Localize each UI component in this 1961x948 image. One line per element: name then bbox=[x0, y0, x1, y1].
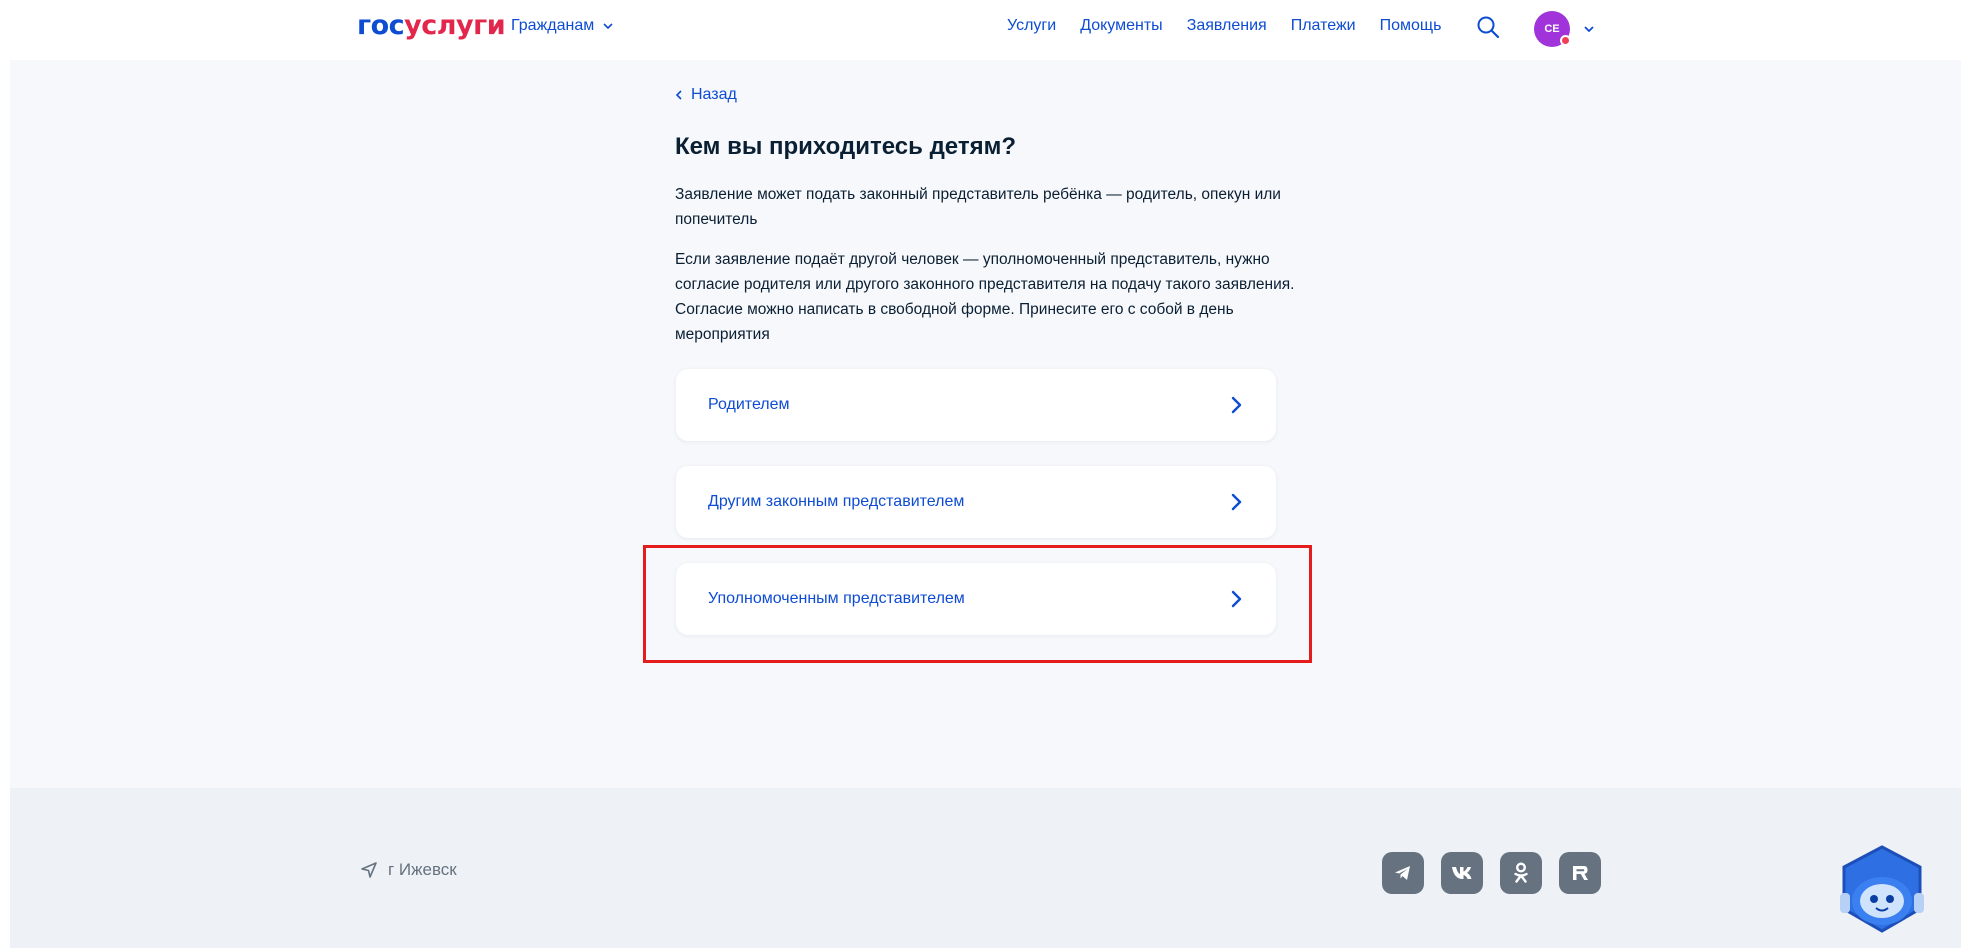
option-label: Другим законным представителем bbox=[708, 493, 965, 510]
main-nav: Услуги Документы Заявления Платежи Помощ… bbox=[1007, 17, 1465, 35]
chevron-down-icon[interactable] bbox=[1582, 22, 1596, 36]
top-header: госуслуги Гражданам Услуги Документы Зая… bbox=[0, 0, 1961, 60]
citizens-menu[interactable]: Гражданам bbox=[511, 17, 614, 35]
search-icon[interactable] bbox=[1476, 15, 1500, 39]
vk-icon[interactable] bbox=[1441, 852, 1483, 894]
nav-applications[interactable]: Заявления bbox=[1187, 17, 1267, 35]
telegram-icon[interactable] bbox=[1382, 852, 1424, 894]
back-label: Назад bbox=[691, 86, 737, 103]
rutube-icon[interactable] bbox=[1559, 852, 1601, 894]
intro-paragraph: Заявление может подать законный представ… bbox=[675, 186, 1281, 228]
citizens-menu-label: Гражданам bbox=[511, 17, 595, 34]
nav-payments[interactable]: Платежи bbox=[1291, 17, 1356, 35]
ok-icon[interactable] bbox=[1500, 852, 1542, 894]
chevron-right-icon bbox=[1231, 396, 1242, 414]
social-links bbox=[1382, 852, 1601, 894]
option-legal-representative[interactable]: Другим законным представителем bbox=[676, 466, 1276, 538]
chevron-right-icon bbox=[1231, 493, 1242, 511]
city-label: г Ижевск bbox=[388, 860, 457, 879]
option-label: Родителем bbox=[708, 396, 790, 413]
nav-documents[interactable]: Документы bbox=[1080, 17, 1162, 35]
assistant-robot-icon[interactable] bbox=[1836, 843, 1928, 938]
back-link[interactable]: Назад bbox=[675, 86, 737, 104]
footer bbox=[10, 788, 1961, 948]
consent-paragraph: Если заявление подаёт другой человек — у… bbox=[675, 251, 1295, 343]
avatar-initials: СЕ bbox=[1544, 23, 1560, 35]
option-parent[interactable]: Родителем bbox=[676, 369, 1276, 441]
location-arrow-icon bbox=[361, 862, 377, 878]
nav-help[interactable]: Помощь bbox=[1380, 17, 1442, 35]
notification-dot bbox=[1560, 35, 1571, 46]
user-avatar[interactable]: СЕ bbox=[1534, 11, 1571, 47]
chevron-down-icon bbox=[603, 23, 613, 30]
city-selector[interactable]: г Ижевск bbox=[360, 860, 457, 880]
chevron-left-icon bbox=[675, 90, 682, 100]
page-title: Кем вы приходитесь детям? bbox=[675, 133, 1017, 160]
highlight-box bbox=[643, 545, 1312, 663]
nav-services[interactable]: Услуги bbox=[1007, 17, 1056, 35]
gosuslugi-logo[interactable]: госуслуги bbox=[357, 10, 506, 41]
